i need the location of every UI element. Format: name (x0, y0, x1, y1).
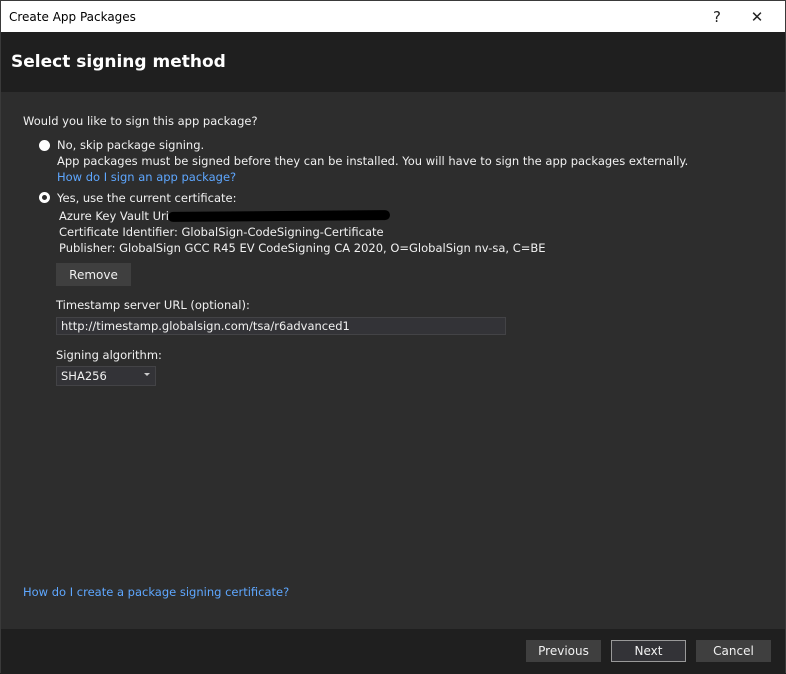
content-panel: Would you like to sign this app package?… (1, 92, 785, 629)
algorithm-label: Signing algorithm: (56, 348, 162, 362)
algorithm-value: SHA256 (61, 369, 107, 383)
cancel-button[interactable]: Cancel (696, 640, 771, 662)
redacted-vault-uri (167, 210, 391, 222)
next-button[interactable]: Next (611, 640, 686, 662)
vault-uri-label: Azure Key Vault Uri: (59, 209, 173, 223)
radio-skip-signing[interactable] (39, 140, 50, 151)
previous-button[interactable]: Previous (526, 640, 601, 662)
help-button[interactable]: ? (697, 1, 737, 32)
page-title: Select signing method (11, 52, 226, 72)
window-title: Create App Packages (9, 9, 136, 24)
close-button[interactable]: ✕ (737, 1, 777, 32)
question-label: Would you like to sign this app package? (23, 114, 258, 128)
sign-help-link[interactable]: How do I sign an app package? (57, 170, 236, 184)
certificate-identifier: Certificate Identifier: GlobalSign-CodeS… (59, 225, 384, 239)
radio-use-certificate[interactable] (39, 192, 50, 203)
option-no-label[interactable]: No, skip package signing. (57, 138, 204, 152)
option-yes-label[interactable]: Yes, use the current certificate: (57, 191, 236, 205)
timestamp-url-input[interactable]: http://timestamp.globalsign.com/tsa/r6ad… (56, 317, 506, 335)
certificate-publisher: Publisher: GlobalSign GCC R45 EV CodeSig… (59, 241, 546, 255)
chevron-down-icon (144, 373, 150, 376)
timestamp-label: Timestamp server URL (optional): (56, 298, 250, 312)
title-bar: Create App Packages ? ✕ (1, 1, 785, 32)
remove-button[interactable]: Remove (56, 263, 131, 286)
create-certificate-link[interactable]: How do I create a package signing certif… (23, 585, 289, 599)
option-no-description: App packages must be signed before they … (57, 154, 689, 168)
signing-algorithm-select[interactable]: SHA256 (56, 366, 156, 386)
page-header: Select signing method (1, 32, 785, 92)
footer: Previous Next Cancel (1, 629, 785, 674)
